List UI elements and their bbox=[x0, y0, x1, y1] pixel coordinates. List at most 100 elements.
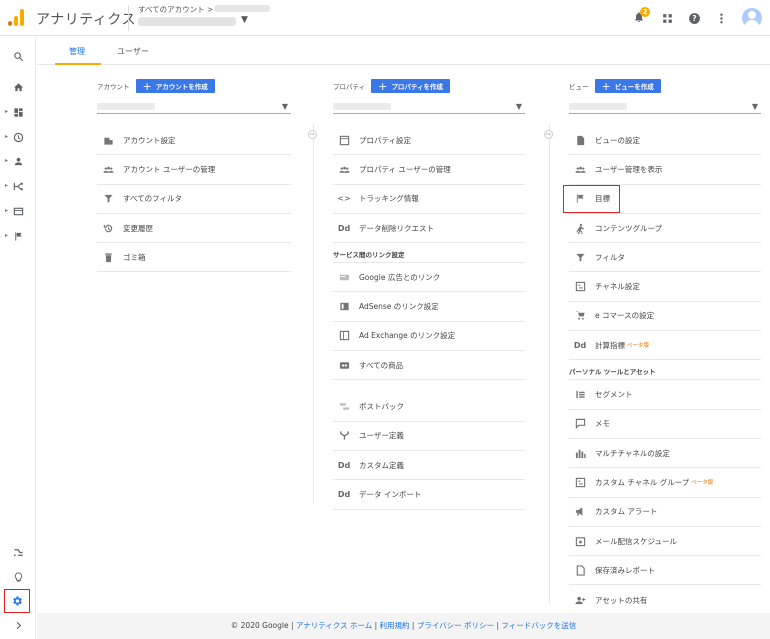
cart-icon bbox=[573, 309, 587, 323]
content-grouping-item[interactable]: コンテンツグループ bbox=[569, 214, 761, 244]
view-settings-item[interactable]: ビューの設定 bbox=[569, 126, 761, 156]
all-filters-item[interactable]: すべてのフィルタ bbox=[97, 185, 291, 214]
google-ads-icon bbox=[337, 270, 351, 284]
nav-admin[interactable] bbox=[4, 589, 30, 613]
document-outline-icon bbox=[573, 563, 587, 577]
data-import-item[interactable]: Dd データ インポート bbox=[333, 480, 525, 510]
google-ads-link-item[interactable]: Google 広告とのリンク bbox=[333, 263, 525, 293]
footer-link-feedback[interactable]: フィードバックを送信 bbox=[501, 621, 576, 630]
property-selector[interactable]: ▼ bbox=[333, 100, 525, 114]
fork-icon bbox=[337, 429, 351, 443]
property-user-management-item[interactable]: プロパティ ユーザーの管理 bbox=[333, 155, 525, 185]
calculated-metrics-item[interactable]: Dd 計算指標 ベータ版 bbox=[569, 331, 761, 361]
filters-item[interactable]: フィルタ bbox=[569, 243, 761, 273]
help-icon[interactable]: ? bbox=[688, 12, 701, 25]
saved-reports-item[interactable]: 保存済みレポート bbox=[569, 556, 761, 586]
channel-icon bbox=[573, 475, 587, 489]
account-settings-item[interactable]: アカウント設定 bbox=[97, 126, 291, 156]
custom-channel-grouping-item[interactable]: カスタム チャネル グループ ベータ版 bbox=[569, 468, 761, 498]
app-title: アナリティクス bbox=[36, 12, 136, 28]
person-icon bbox=[14, 157, 22, 165]
view-user-management-item[interactable]: ユーザー管理を表示 bbox=[569, 155, 761, 185]
arrow-right-icon: ⇨ bbox=[544, 130, 553, 139]
change-history-item[interactable]: 変更履歴 bbox=[97, 214, 291, 244]
adsense-link-item[interactable]: AdSense のリンク設定 bbox=[333, 292, 525, 322]
chevron-down-icon: ▼ bbox=[751, 102, 758, 111]
apps-grid-icon[interactable] bbox=[661, 12, 674, 25]
building-icon bbox=[101, 133, 115, 147]
nav-audience[interactable]: ▸ bbox=[0, 151, 36, 171]
dd-icon: Dd bbox=[337, 223, 351, 233]
notification-button[interactable]: 2 bbox=[633, 7, 650, 26]
link-icon bbox=[337, 358, 351, 372]
attribution-icon bbox=[13, 548, 23, 556]
property-column-title: プロパティ bbox=[333, 83, 366, 91]
annotations-item[interactable]: メモ bbox=[569, 410, 761, 439]
ecommerce-settings-item[interactable]: e コマースの設定 bbox=[569, 302, 761, 332]
footer-link-terms[interactable]: 利用規約 bbox=[380, 621, 410, 630]
footer-link-analytics-home[interactable]: アナリティクス ホーム bbox=[296, 621, 372, 630]
redacted-account-name bbox=[214, 5, 270, 12]
account-user-management-item[interactable]: アカウント ユーザーの管理 bbox=[97, 155, 291, 185]
postback-item[interactable]: ポストバック bbox=[333, 392, 525, 422]
channel-settings-item[interactable]: チャネル設定 bbox=[569, 272, 761, 302]
schedule-icon bbox=[573, 534, 587, 548]
scheduled-emails-item[interactable]: メール配信スケジュール bbox=[569, 527, 761, 557]
people-icon bbox=[573, 162, 587, 176]
goals-highlight bbox=[563, 184, 620, 213]
chevron-down-icon[interactable]: ▼ bbox=[241, 15, 248, 25]
property-settings-item[interactable]: プロパティ設定 bbox=[333, 126, 525, 156]
data-deletion-item[interactable]: Dd データ削除リクエスト bbox=[333, 214, 525, 244]
tab-user[interactable]: ユーザー bbox=[117, 46, 149, 57]
nav-acquisition[interactable]: ▸ bbox=[0, 176, 36, 196]
people-icon bbox=[101, 162, 115, 176]
nav-behavior[interactable]: ▸ bbox=[0, 201, 36, 221]
more-vert-icon[interactable] bbox=[715, 12, 728, 25]
view-column-title: ビュー bbox=[569, 83, 589, 91]
footer-link-privacy[interactable]: プライバシー ポリシー bbox=[417, 621, 494, 630]
walking-person-icon bbox=[573, 221, 587, 235]
tab-admin[interactable]: 管理 bbox=[69, 46, 85, 57]
nav-attribution[interactable] bbox=[0, 542, 36, 562]
person-add-icon bbox=[573, 593, 587, 607]
chevron-down-icon: ▼ bbox=[281, 102, 288, 111]
create-view-button[interactable]: + ビューを作成 bbox=[594, 79, 661, 93]
trash-item[interactable]: ゴミ箱 bbox=[97, 243, 291, 273]
people-icon bbox=[337, 162, 351, 176]
custom-definition-item[interactable]: ユーザー定義 bbox=[333, 422, 525, 451]
nav-discover[interactable] bbox=[0, 567, 36, 587]
view-selector[interactable]: ▼ bbox=[569, 100, 761, 114]
plus-icon: + bbox=[142, 79, 152, 93]
bar-chart-icon bbox=[573, 446, 587, 460]
redacted-view-name[interactable] bbox=[138, 17, 236, 26]
page-footer: © 2020 Google | アナリティクス ホーム | 利用規約 | プライ… bbox=[37, 613, 770, 639]
account-breadcrumb[interactable]: すべてのアカウント > bbox=[138, 4, 213, 15]
account-selector[interactable]: ▼ bbox=[97, 100, 291, 114]
chevron-right-icon bbox=[16, 621, 21, 629]
product-linking-heading: サービス間のリンク設定 bbox=[333, 243, 525, 264]
nav-home[interactable] bbox=[0, 77, 36, 97]
window-icon bbox=[337, 133, 351, 147]
custom-alerts-item[interactable]: カスタム アラート bbox=[569, 498, 761, 527]
ad-exchange-link-item[interactable]: Ad Exchange のリンク設定 bbox=[333, 322, 525, 352]
user-avatar[interactable] bbox=[742, 8, 762, 28]
nav-conversions[interactable]: ▸ bbox=[0, 226, 36, 246]
segments-item[interactable]: セグメント bbox=[569, 380, 761, 410]
share-assets-item[interactable]: アセットの共有 bbox=[569, 585, 761, 614]
goals-item[interactable]: 目標 bbox=[563, 184, 761, 214]
create-property-button[interactable]: + プロパティを作成 bbox=[371, 79, 450, 93]
nav-realtime[interactable]: ▸ bbox=[0, 127, 36, 147]
nav-expand[interactable] bbox=[0, 615, 36, 635]
nav-customization[interactable]: ▸ bbox=[0, 102, 36, 122]
beta-badge: ベータ版 bbox=[691, 480, 714, 487]
custom-dimensions-item[interactable]: Dd カスタム定義 bbox=[333, 451, 525, 481]
tracking-info-item[interactable]: <> トラッキング情報 bbox=[333, 185, 525, 214]
top-header: アナリティクス すべてのアカウント > ▼ 2 ? bbox=[0, 0, 770, 36]
multichannel-settings-item[interactable]: マルチチャネルの設定 bbox=[569, 439, 761, 469]
analytics-logo[interactable] bbox=[8, 8, 24, 26]
copyright-text: © 2020 Google | bbox=[230, 621, 294, 630]
postback-icon bbox=[337, 400, 351, 414]
create-account-button[interactable]: + アカウントを作成 bbox=[135, 79, 215, 93]
nav-search[interactable] bbox=[0, 46, 36, 66]
all-products-item[interactable]: すべての商品 bbox=[333, 351, 525, 381]
